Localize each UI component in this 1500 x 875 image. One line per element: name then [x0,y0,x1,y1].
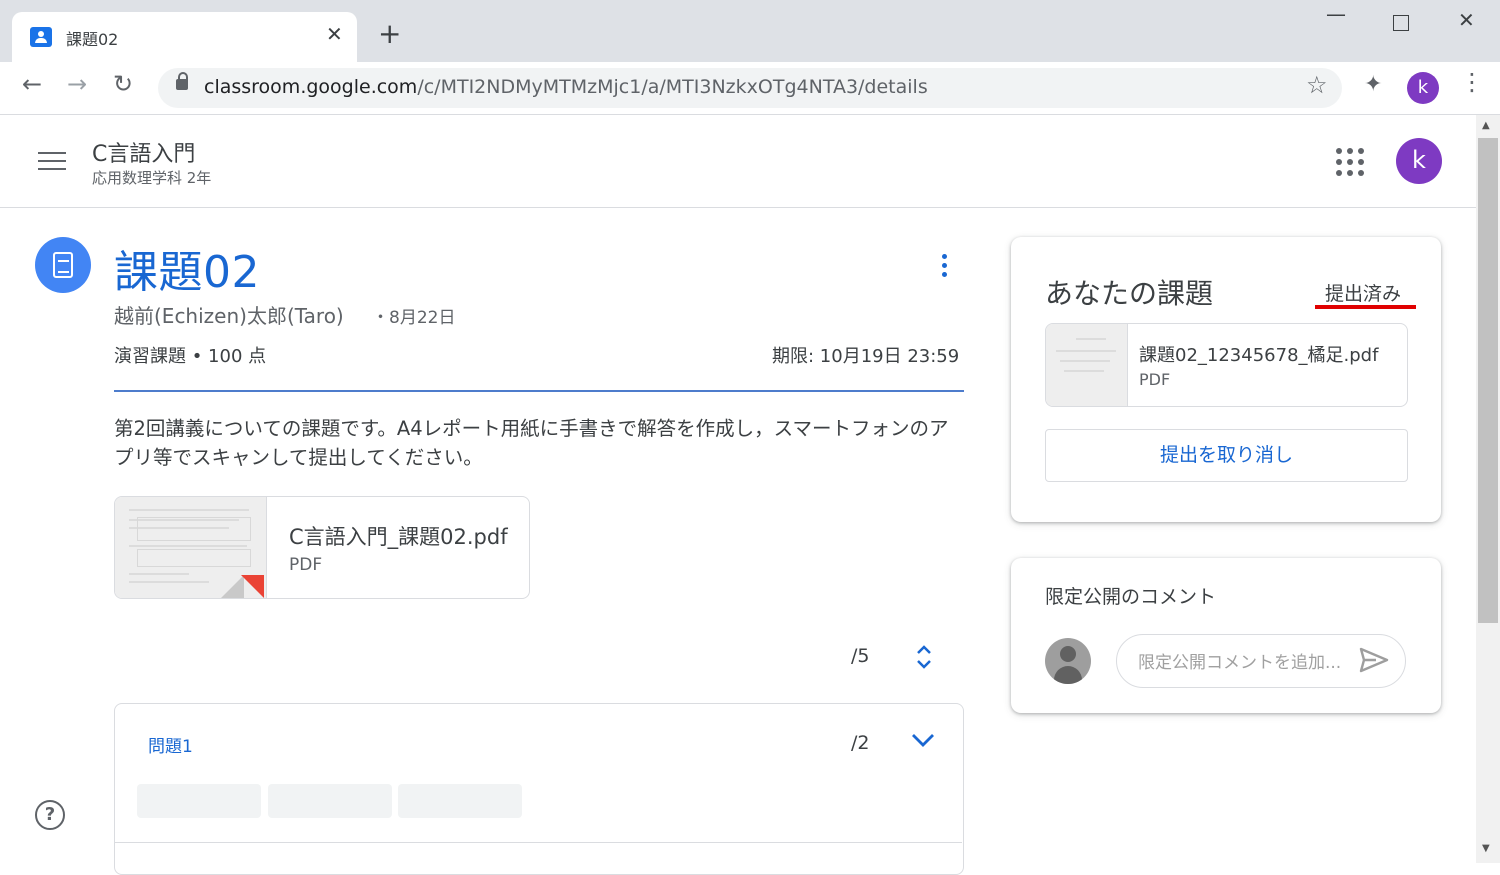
scroll-up-arrow-icon[interactable]: ▲ [1482,120,1490,131]
total-score: /5 [851,645,870,667]
chevron-down-icon[interactable] [910,730,936,750]
your-work-title: あなたの課題 [1045,277,1214,310]
private-comment-placeholder[interactable]: 限定公開コメントを追加... [1138,648,1350,673]
question-title[interactable]: 問題1 [148,732,193,757]
unsubmit-button[interactable]: 提出を取り消し [1045,429,1408,482]
tab-title: 課題02 [66,30,119,49]
submitted-file-name: 課題02_12345678_橘足.pdf [1139,345,1379,366]
assignment-description: 第2回講義についての課題です。A4レポート用紙に手書きで解答を作成し，スマートフ… [114,417,949,469]
new-tab-icon[interactable]: + [378,20,401,48]
reload-icon[interactable]: ↻ [113,72,133,96]
pdf-corner-icon [241,575,264,598]
browser-profile-avatar[interactable]: k [1407,72,1439,104]
submitted-file-card[interactable]: 課題02_12345678_橘足.pdf PDF [1045,323,1408,407]
browser-tab[interactable]: 課題02 ✕ [12,12,357,62]
submitted-file-type: PDF [1139,370,1171,389]
account-avatar[interactable]: k [1396,138,1442,184]
main-menu-icon[interactable] [38,152,66,172]
attachment-card[interactable]: C言語入門_課題02.pdf PDF [114,496,530,599]
classroom-header [0,115,1476,208]
back-icon[interactable]: ← [22,72,42,96]
class-title[interactable]: C言語入門 [92,136,195,168]
close-tab-icon[interactable]: ✕ [326,22,343,46]
due-date: 期限: 10月19日 23:59 [772,346,960,367]
assignment-type-points: 演習課題 • 100 点 [114,346,267,367]
url-path: /c/MTI2NDMyMTMzMjc1/a/MTI3NzkxOTg4NTA3/d… [417,76,928,98]
question-divider [115,842,962,843]
assignment-title: 課題02 [114,247,260,298]
browser-menu-icon[interactable]: ⋮ [1460,70,1484,94]
header-divider [114,390,964,392]
question-score: /2 [851,732,870,754]
status-highlight-underline [1315,305,1416,309]
private-comments-title: 限定公開のコメント [1045,586,1217,608]
classroom-favicon-icon [30,27,52,47]
scrollbar-thumb[interactable] [1478,138,1498,623]
assignment-icon [35,237,91,293]
forward-icon[interactable]: → [67,72,87,96]
answer-placeholder-block [268,784,392,818]
help-icon[interactable]: ? [35,800,65,830]
attachment-type: PDF [289,555,323,575]
lock-icon[interactable] [176,72,188,90]
submission-status: 提出済み [1325,283,1402,305]
window-close-icon[interactable]: ✕ [1458,8,1475,32]
google-apps-icon[interactable] [1336,148,1364,176]
posted-date: ・8月22日 [372,308,456,328]
url-host: classroom.google.com [204,76,418,98]
extensions-puzzle-icon[interactable]: ✦ [1364,74,1382,96]
submitted-file-thumbnail [1046,324,1128,406]
expand-collapse-icon[interactable] [914,642,934,672]
more-options-icon[interactable] [942,254,948,280]
assignment-author: 越前(Echizen)太郎(Taro) [114,304,344,328]
user-avatar-icon [1045,638,1091,684]
answer-placeholder-block [398,784,522,818]
bookmark-star-icon[interactable]: ☆ [1306,73,1328,97]
scroll-down-arrow-icon[interactable]: ▼ [1482,843,1490,854]
send-icon[interactable] [1358,646,1390,674]
attachment-name: C言語入門_課題02.pdf [289,525,508,549]
maximize-icon[interactable] [1393,15,1409,31]
answer-placeholder-block [137,784,261,818]
minimize-icon[interactable]: — [1326,2,1346,26]
url-text[interactable]: classroom.google.com/c/MTI2NDMyMTMzMjc1/… [204,76,928,98]
attachment-thumbnail [115,497,267,598]
class-section: 応用数理学科 2年 [92,169,212,187]
